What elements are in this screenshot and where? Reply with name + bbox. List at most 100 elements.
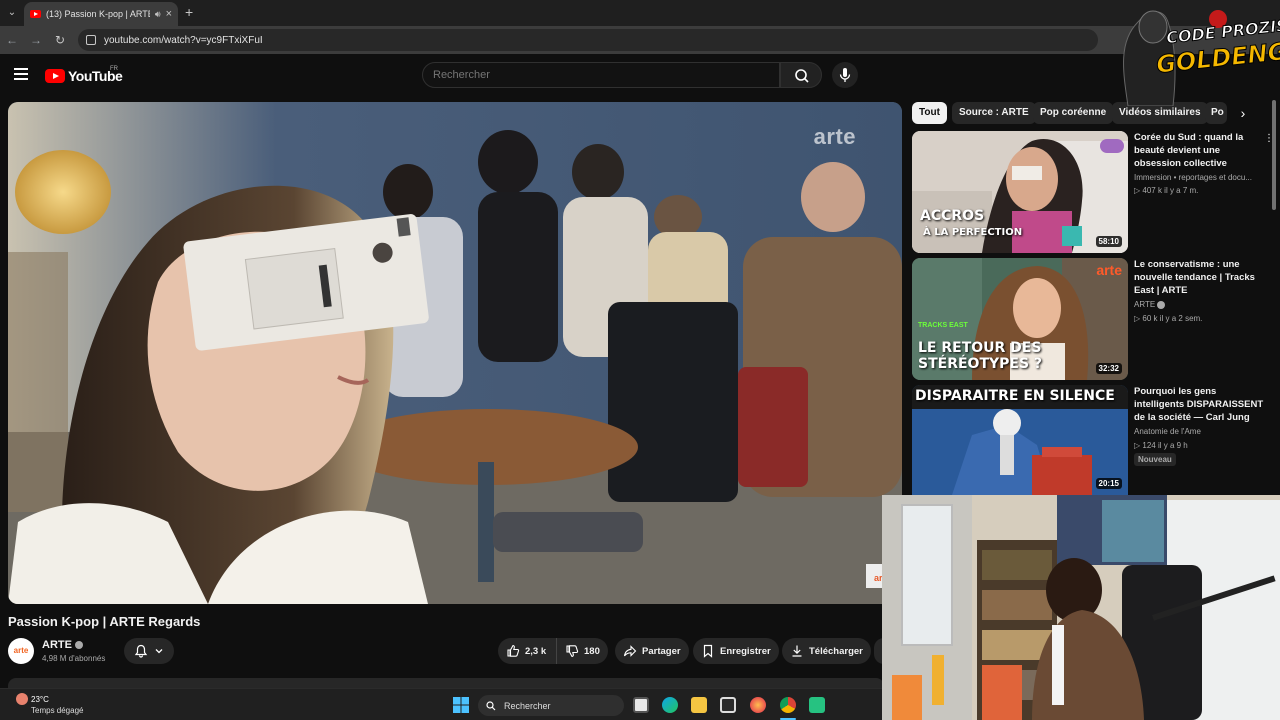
tab-close-icon[interactable]: × bbox=[166, 8, 172, 20]
back-icon[interactable]: ← bbox=[4, 32, 20, 48]
weather-icon[interactable] bbox=[16, 693, 28, 705]
webcam-image bbox=[882, 495, 1280, 720]
related-title-1[interactable]: Corée du Sud : quand la beauté devient u… bbox=[1134, 131, 1264, 170]
search-button[interactable] bbox=[780, 62, 822, 88]
related-meta-1: ▷ 407 k il y a 7 m. bbox=[1134, 186, 1199, 195]
chip-tout[interactable]: Tout bbox=[912, 102, 947, 124]
bell-icon bbox=[134, 644, 148, 658]
like-count: 2,3 k bbox=[525, 645, 547, 657]
browser-tab-active[interactable]: (13) Passion K-pop | ARTE R 🔊︎ × bbox=[24, 2, 178, 26]
browser-tab-bar: ⌄ (13) Passion K-pop | ARTE R 🔊︎ × + bbox=[0, 0, 1280, 26]
related-thumbnail-2[interactable]: TRACKS EAST arte LE RETOUR DES STÉRÉOTYP… bbox=[912, 258, 1128, 380]
download-label: Télécharger bbox=[809, 645, 863, 657]
search-icon bbox=[795, 69, 809, 83]
chip-pop-coreenne[interactable]: Pop coréenne bbox=[1033, 102, 1114, 124]
voice-search-button[interactable] bbox=[832, 62, 858, 88]
notification-bell-button[interactable] bbox=[124, 638, 174, 664]
task-view-icon[interactable] bbox=[633, 697, 649, 713]
related-meta-2: ▷ 60 k il y a 2 sem. bbox=[1134, 314, 1203, 323]
description-box[interactable] bbox=[8, 678, 884, 688]
app-icon[interactable] bbox=[809, 697, 825, 713]
tab-title: (13) Passion K-pop | ARTE R bbox=[46, 9, 150, 19]
tab-search-icon[interactable]: ⌄ bbox=[4, 5, 20, 21]
thumbs-up-icon bbox=[507, 644, 520, 657]
chevron-right-icon[interactable]: › bbox=[1234, 104, 1252, 122]
share-icon bbox=[623, 645, 637, 657]
address-bar[interactable]: youtube.com/watch?v=yc9FTxiXFuI bbox=[78, 29, 1098, 51]
thumbnail-caption: DISPARAITRE EN SILENCE bbox=[915, 388, 1115, 404]
related-views: 60 k il y a 2 sem. bbox=[1142, 314, 1203, 323]
thumbnail-caption: STÉRÉOTYPES ? bbox=[918, 356, 1043, 372]
microphone-icon bbox=[839, 68, 851, 82]
related-title-3[interactable]: Pourquoi les gens intelligents DISPARAIS… bbox=[1134, 385, 1264, 424]
search-icon bbox=[486, 700, 496, 710]
forward-icon[interactable]: → bbox=[28, 32, 44, 48]
video-duration: 32:32 bbox=[1095, 363, 1122, 374]
channel-name-text: ARTE bbox=[42, 639, 72, 651]
thumbnail-caption: LE RETOUR DES bbox=[918, 340, 1042, 356]
chrome-icon[interactable] bbox=[780, 697, 796, 713]
arte-watermark: arte bbox=[813, 124, 856, 149]
webcam-overlay bbox=[882, 495, 1280, 720]
share-button[interactable]: Partager bbox=[615, 638, 689, 664]
verified-icon bbox=[75, 641, 84, 650]
search-box[interactable] bbox=[422, 62, 780, 88]
region-code: FR bbox=[110, 66, 118, 72]
video-player[interactable]: ar arte bbox=[8, 102, 902, 604]
store-icon[interactable] bbox=[720, 697, 736, 713]
related-channel-2[interactable]: ARTE bbox=[1134, 300, 1274, 309]
download-button[interactable]: Télécharger bbox=[782, 638, 871, 664]
chip-source-arte[interactable]: Source : ARTE bbox=[952, 102, 1036, 124]
youtube-favicon-icon bbox=[30, 10, 41, 18]
thumbnail-caption: À LA PERFECTION bbox=[923, 227, 1023, 238]
video-frame: ar bbox=[8, 102, 902, 604]
weather-temperature[interactable]: 23°C bbox=[31, 695, 49, 704]
save-button[interactable]: Enregistrer bbox=[693, 638, 779, 664]
bookmark-icon bbox=[703, 644, 713, 658]
subscriber-count: 4,98 M d'abonnés bbox=[42, 654, 106, 663]
share-label: Partager bbox=[642, 645, 681, 657]
video-duration: 20:15 bbox=[1095, 478, 1122, 489]
new-tab-icon[interactable]: + bbox=[185, 4, 193, 20]
like-button[interactable]: 2,3 k bbox=[498, 638, 556, 664]
related-thumbnail-1[interactable]: ACCROS À LA PERFECTION 58:10 bbox=[912, 131, 1128, 253]
thumbnail-tracks-label: TRACKS EAST bbox=[918, 322, 968, 329]
thumbs-down-icon bbox=[566, 645, 579, 658]
site-info-icon[interactable] bbox=[86, 35, 96, 45]
new-badge: Nouveau bbox=[1134, 453, 1176, 466]
video-duration: 58:10 bbox=[1095, 236, 1122, 247]
related-views: 407 k il y a 7 m. bbox=[1142, 186, 1199, 195]
verified-icon bbox=[1157, 300, 1166, 309]
thumbnail-arte-logo: arte bbox=[1096, 262, 1122, 278]
reload-icon[interactable]: ↻ bbox=[52, 32, 68, 48]
youtube-play-icon bbox=[45, 69, 65, 83]
weather-description[interactable]: Temps dégagé bbox=[31, 706, 83, 715]
browser-toolbar: ← → ↻ youtube.com/watch?v=yc9FTxiXFuI bbox=[0, 26, 1280, 54]
dislike-count: 180 bbox=[584, 645, 600, 657]
channel-avatar[interactable]: arte bbox=[8, 638, 34, 664]
related-channel-1[interactable]: Immersion • reportages et docu... bbox=[1134, 173, 1274, 182]
related-thumbnail-3[interactable]: DISPARAITRE EN SILENCE 20:15 bbox=[912, 385, 1128, 495]
related-channel-3[interactable]: Anatomie de l'Ame bbox=[1134, 427, 1274, 436]
dislike-button[interactable]: 180 bbox=[556, 638, 608, 664]
channel-name[interactable]: ARTE bbox=[42, 639, 84, 651]
file-explorer-icon[interactable] bbox=[691, 697, 707, 713]
chevron-down-icon bbox=[155, 649, 163, 654]
search-input[interactable] bbox=[433, 69, 779, 81]
save-label: Enregistrer bbox=[720, 645, 771, 657]
windows-start-icon[interactable] bbox=[453, 697, 469, 713]
related-channel-name: ARTE bbox=[1134, 300, 1156, 309]
related-views: 124 il y a 9 h bbox=[1142, 441, 1188, 450]
url-text: youtube.com/watch?v=yc9FTxiXFuI bbox=[104, 34, 263, 46]
taskbar-search-text: Rechercher bbox=[504, 700, 551, 711]
edge-icon[interactable] bbox=[662, 697, 678, 713]
video-title: Passion K-pop | ARTE Regards bbox=[8, 614, 201, 629]
taskbar-search[interactable]: Rechercher bbox=[478, 695, 624, 716]
firefox-icon[interactable] bbox=[750, 697, 766, 713]
thumbnail-caption: ACCROS bbox=[920, 208, 985, 224]
related-title-2[interactable]: Le conservatisme : une nouvelle tendance… bbox=[1134, 258, 1264, 297]
scrollbar-thumb[interactable] bbox=[1272, 100, 1276, 210]
guide-menu-icon[interactable] bbox=[14, 68, 28, 80]
stream-logo: CODE PROZIS GOLDENG bbox=[1108, 2, 1280, 107]
audio-playing-icon[interactable]: 🔊︎ bbox=[155, 9, 161, 20]
